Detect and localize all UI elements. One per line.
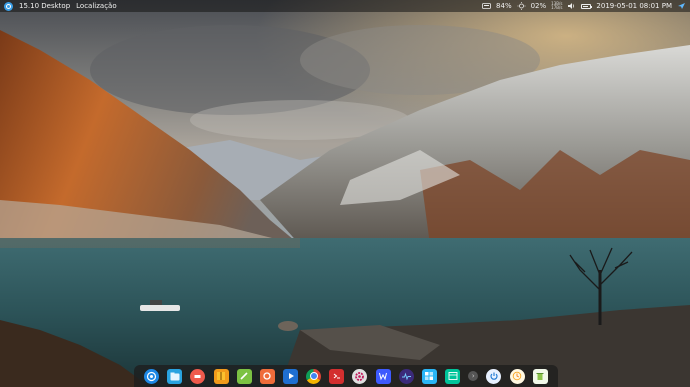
dock: ›	[134, 365, 558, 387]
settings-icon[interactable]	[259, 368, 275, 384]
net-down-speed: 17B/s	[551, 5, 563, 10]
app-store-icon[interactable]	[421, 368, 437, 384]
trash-icon[interactable]	[532, 368, 548, 384]
location-menu[interactable]: Localização	[76, 0, 116, 12]
launcher-label[interactable]: 15.10 Desktop	[19, 0, 70, 12]
keyboard-icon[interactable]	[482, 2, 491, 10]
file-manager-icon[interactable]	[167, 368, 183, 384]
editor-icon[interactable]	[236, 368, 252, 384]
brightness-icon[interactable]	[517, 2, 526, 10]
system-settings-icon[interactable]	[352, 368, 368, 384]
battery-percent: 84%	[496, 2, 512, 10]
clock-icon[interactable]	[509, 368, 525, 384]
chrome-icon[interactable]	[306, 368, 322, 384]
power-icon[interactable]	[486, 368, 502, 384]
brightness-percent: 02%	[530, 2, 547, 10]
distro-logo-icon[interactable]	[4, 1, 13, 11]
top-panel: 15.10 Desktop Localização 84% 02% 13B/s …	[0, 0, 690, 12]
writer-icon[interactable]	[375, 368, 391, 384]
network-speed: 13B/s 17B/s	[551, 2, 562, 10]
screenshot-icon[interactable]	[190, 368, 206, 384]
more-icon[interactable]: ›	[468, 371, 479, 381]
media-player-icon[interactable]	[283, 368, 299, 384]
volume-icon[interactable]	[567, 2, 576, 10]
desktop-wallpaper	[0, 0, 690, 387]
terminal-icon[interactable]	[329, 368, 345, 384]
send-icon[interactable]	[677, 2, 686, 10]
archive-icon[interactable]	[213, 368, 229, 384]
datetime[interactable]: 2019-05-01 08:01 PM	[596, 0, 672, 12]
battery-icon[interactable]	[581, 3, 593, 9]
monitor-icon[interactable]	[398, 368, 414, 384]
launcher-icon[interactable]	[144, 368, 160, 384]
spreadsheet-icon[interactable]	[445, 368, 461, 384]
